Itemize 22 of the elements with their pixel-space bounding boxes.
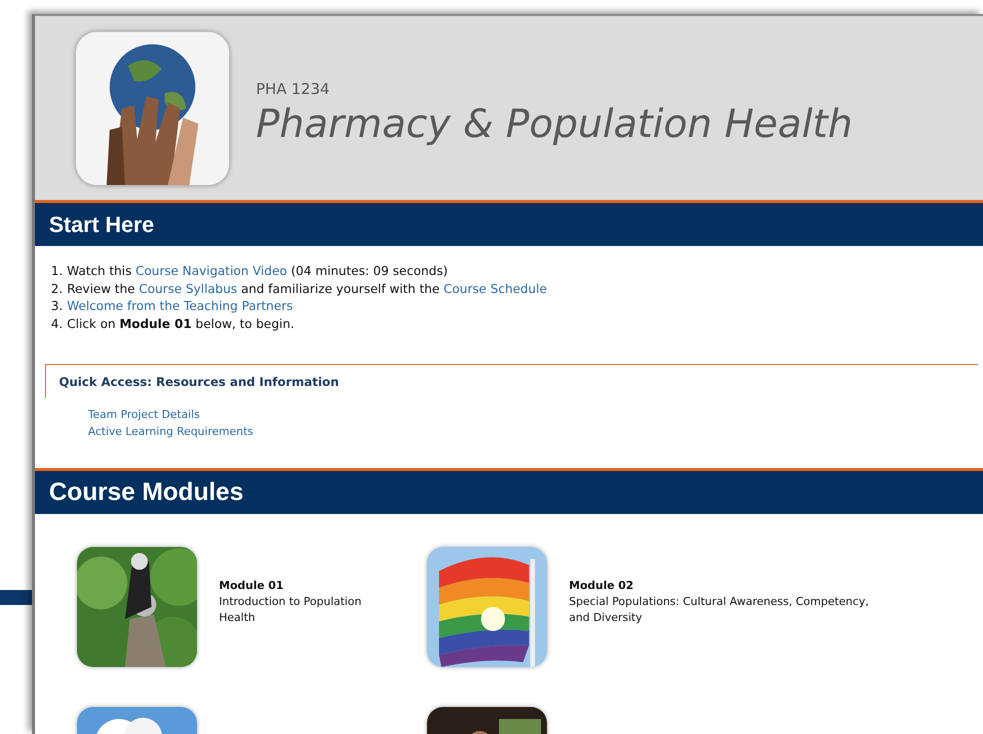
section-heading: Start Here (49, 212, 154, 238)
course-title: Pharmacy & Population Health (256, 102, 853, 146)
module-title[interactable]: Module 01 (219, 578, 399, 594)
link[interactable]: Course Syllabus (138, 282, 238, 296)
link[interactable]: Course Schedule (444, 282, 547, 296)
course-code: PHA 1234 (256, 80, 331, 98)
step-text: Watch this Course Navigation Video (04 minutes: 09 seconds) (67, 263, 448, 280)
step-number: 2. (51, 280, 63, 298)
section-heading: Course Modules (49, 478, 244, 507)
module-description: Special Populations: Cultural Awareness, Competency, and Diversity (569, 594, 870, 626)
resource-link[interactable]: Active Learning Requirements (88, 425, 254, 438)
module-title[interactable]: Module 02 (569, 578, 889, 594)
module-description: Introduction to Population Health (219, 594, 362, 626)
step-number: 3. (51, 298, 63, 315)
step-number: 4. (51, 316, 63, 332)
resource-link[interactable]: Team Project Details (88, 408, 200, 421)
link[interactable]: Course Navigation Video (136, 264, 288, 278)
step-number: 1. (51, 263, 63, 280)
link[interactable]: Welcome from the Teaching Partners (67, 299, 293, 313)
panel-heading: Quick Access: Resources and Information (59, 374, 339, 388)
step-text: Click on Module 01 below, to begin. (67, 316, 294, 332)
step-text: Review the Course Syllabus and familiarize yourself with the Course Schedule (67, 280, 547, 298)
